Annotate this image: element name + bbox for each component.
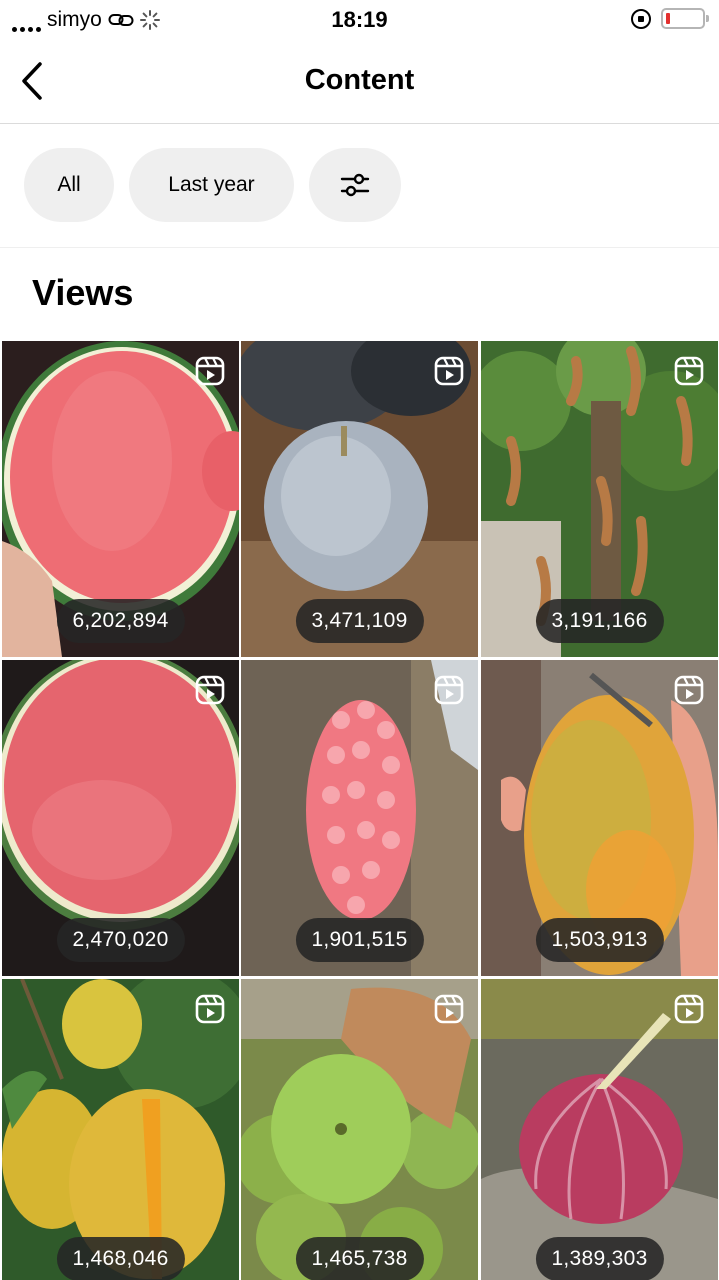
reel-icon [195,675,225,705]
battery-low-icon [661,8,709,29]
view-count-badge: 1,468,046 [56,1237,185,1280]
view-count-badge: 3,471,109 [295,599,424,643]
page-title: Content [304,64,415,96]
filter-chip-period-label: Last year [168,173,255,196]
filter-bar: All Last year [0,124,719,248]
filter-chip-all[interactable]: All [24,148,114,222]
reel-icon [674,356,704,386]
post-tile[interactable]: 1,465,738 [241,979,478,1280]
view-count-badge: 3,191,166 [535,599,664,643]
reel-icon [195,994,225,1024]
post-tile[interactable]: 1,503,913 [481,660,718,976]
post-tile[interactable]: 2,470,020 [2,660,239,976]
view-count-badge: 1,503,913 [535,918,664,962]
reel-icon [195,356,225,386]
view-count-badge: 2,470,020 [56,918,185,962]
view-count-badge: 1,465,738 [295,1237,424,1280]
post-tile[interactable]: 6,202,894 [2,341,239,657]
post-tile[interactable]: 1,468,046 [2,979,239,1280]
sliders-icon [340,173,370,197]
post-tile[interactable]: 1,901,515 [241,660,478,976]
header: Content [0,40,719,124]
reel-icon [434,356,464,386]
status-right [631,8,709,29]
filter-chip-all-label: All [57,173,81,196]
view-count-badge: 1,389,303 [535,1237,664,1280]
status-time: 18:19 [331,7,388,32]
post-tile[interactable]: 3,191,166 [481,341,718,657]
filter-settings-button[interactable] [309,148,401,222]
reel-icon [434,675,464,705]
reel-icon [674,994,704,1024]
reel-icon [674,675,704,705]
reel-icon [434,994,464,1024]
filter-chip-period[interactable]: Last year [129,148,294,222]
view-count-badge: 1,901,515 [295,918,424,962]
post-tile[interactable]: 3,471,109 [241,341,478,657]
view-count-badge: 6,202,894 [56,599,185,643]
section-title-views: Views [32,272,134,313]
post-tile[interactable]: 1,389,303 [481,979,718,1280]
rotation-lock-icon [631,8,651,29]
status-bar: simyo 18:19 [0,0,719,40]
